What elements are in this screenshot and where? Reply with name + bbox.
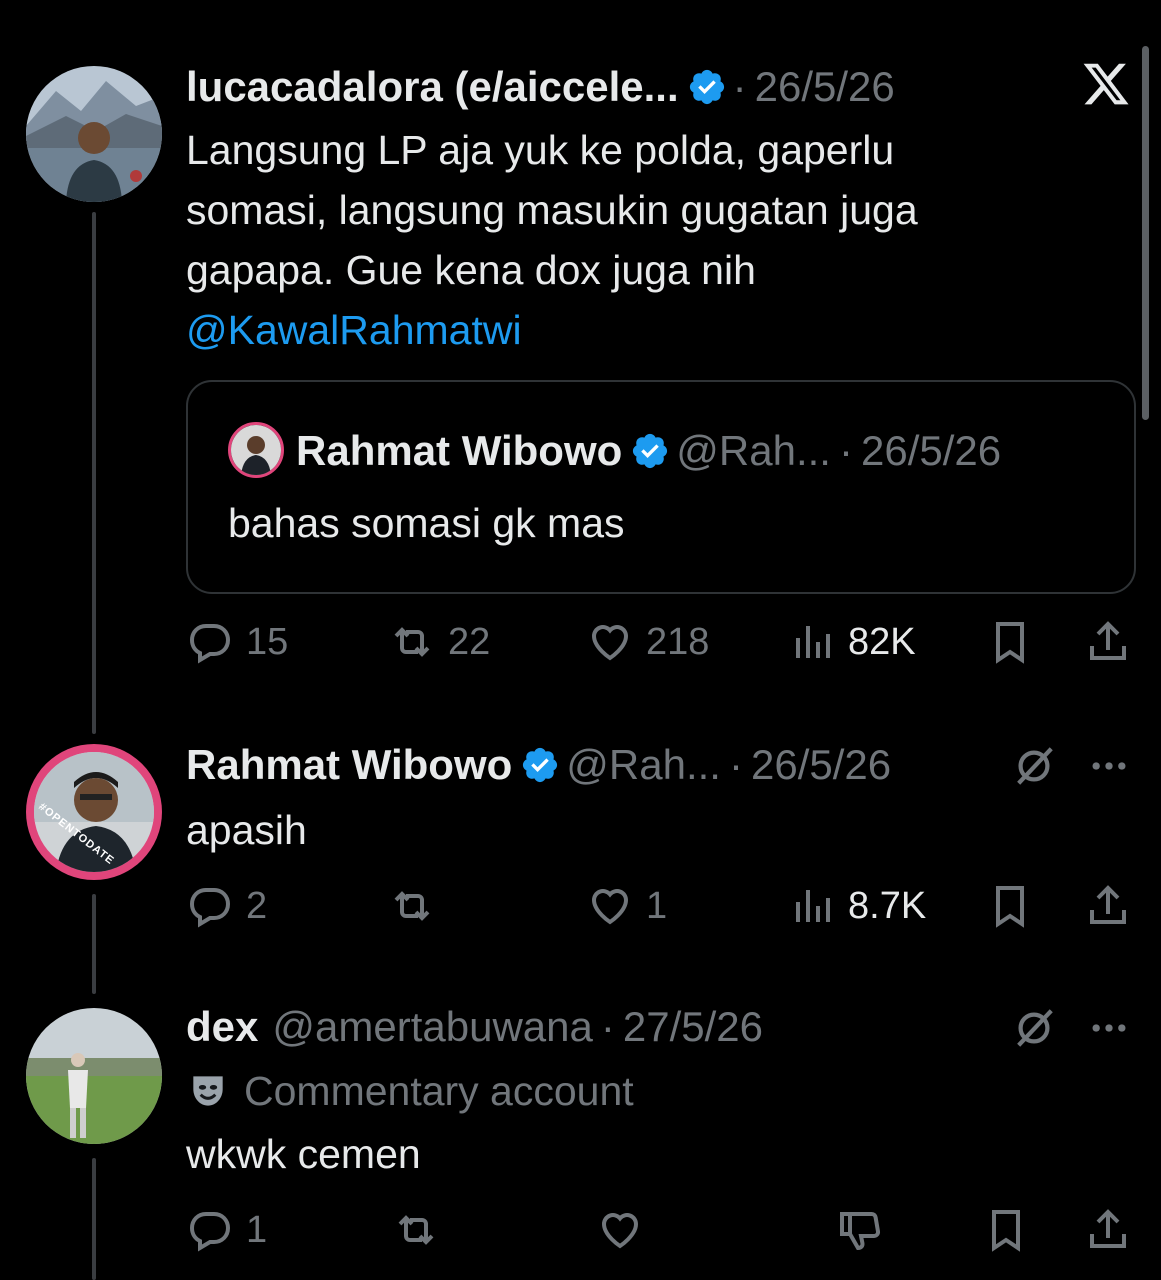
handle[interactable]: @Rah... xyxy=(566,741,721,789)
thread-line xyxy=(92,1158,96,1280)
like-count: 1 xyxy=(646,884,668,927)
x-logo-icon[interactable] xyxy=(1080,58,1132,110)
tweet-header: dex @amertabuwana · 27/5/26 xyxy=(186,1000,763,1054)
tweet-date[interactable]: 26/5/26 xyxy=(755,63,895,111)
account-label: Commentary account xyxy=(186,1064,634,1118)
reply-count: 1 xyxy=(246,1208,268,1251)
reply-count: 15 xyxy=(246,620,289,663)
thread-line xyxy=(92,894,96,994)
quoted-display-name[interactable]: Rahmat Wibowo xyxy=(296,427,622,475)
tweet-text-line: somasi, langsung masukin gugatan juga xyxy=(186,187,918,233)
views-count: 8.7K xyxy=(848,884,927,927)
verified-badge-icon xyxy=(687,67,727,107)
quoted-date: 26/5/26 xyxy=(860,427,1002,474)
avatar-lucacadalora[interactable] xyxy=(26,66,162,202)
quoted-text: bahas somasi gk mas xyxy=(228,500,625,546)
display-name[interactable]: Rahmat Wibowo xyxy=(186,741,512,789)
tweet-text: apasih xyxy=(186,807,307,853)
like-count: 218 xyxy=(646,620,710,663)
thread-line xyxy=(92,212,96,734)
mention-link[interactable]: @KawalRahmatwi xyxy=(186,300,918,360)
avatar-dex[interactable] xyxy=(26,1008,162,1144)
account-label-text: Commentary account xyxy=(244,1067,634,1114)
views-button[interactable]: 82K xyxy=(788,618,916,666)
views-button[interactable]: 8.7K xyxy=(788,882,926,930)
display-name[interactable]: lucacadalora (e/aiccele... xyxy=(186,63,679,111)
display-name[interactable]: dex xyxy=(186,1003,258,1051)
repost-button[interactable] xyxy=(388,882,448,930)
grok-icon[interactable] xyxy=(1008,740,1060,792)
more-options-icon[interactable] xyxy=(1084,1006,1134,1050)
bookmark-button[interactable] xyxy=(986,618,1034,666)
share-button[interactable] xyxy=(1084,618,1132,666)
share-button[interactable] xyxy=(1084,1206,1132,1254)
verified-badge-icon xyxy=(520,745,560,785)
reply-button[interactable]: 2 xyxy=(186,882,267,930)
theater-masks-icon xyxy=(186,1069,230,1113)
grok-icon[interactable] xyxy=(1008,1002,1060,1054)
quoted-tweet[interactable]: Rahmat Wibowo @Rah... · 26/5/26 bahas so… xyxy=(186,380,1136,594)
repost-count: 22 xyxy=(448,620,491,663)
tweet-date[interactable]: 26/5/26 xyxy=(751,741,891,789)
downvote-button[interactable] xyxy=(836,1206,884,1254)
tweet-text: wkwk cemen xyxy=(186,1131,421,1177)
like-button[interactable]: 218 xyxy=(586,618,709,666)
separator: · xyxy=(732,63,747,110)
tweet-text: Langsung LP aja yuk ke polda, gaperlu so… xyxy=(186,120,918,360)
reply-count: 2 xyxy=(246,884,268,927)
separator: · xyxy=(728,741,743,788)
bookmark-button[interactable] xyxy=(982,1206,1030,1254)
like-button[interactable]: 1 xyxy=(586,882,667,930)
like-button[interactable] xyxy=(596,1206,644,1254)
avatar-rahmat-wibowo[interactable]: #OPENTODATE xyxy=(26,744,162,880)
reply-button[interactable]: 1 xyxy=(186,1206,267,1254)
bookmark-button[interactable] xyxy=(986,882,1034,930)
tweet-text-line: Langsung LP aja yuk ke polda, gaperlu xyxy=(186,127,895,173)
tweet-header: Rahmat Wibowo @Rah... · 26/5/26 xyxy=(186,738,891,792)
quoted-avatar xyxy=(228,422,284,478)
handle[interactable]: @amertabuwana xyxy=(272,1003,592,1051)
views-count: 82K xyxy=(848,620,916,663)
quoted-handle: @Rah... xyxy=(676,427,831,474)
share-button[interactable] xyxy=(1084,882,1132,930)
scrollbar[interactable] xyxy=(1142,46,1149,420)
reply-button[interactable]: 15 xyxy=(186,618,288,666)
separator: · xyxy=(838,427,853,474)
tweet-date[interactable]: 27/5/26 xyxy=(623,1003,763,1051)
verified-badge-icon xyxy=(630,431,670,471)
repost-button[interactable] xyxy=(392,1206,440,1254)
separator: · xyxy=(600,1003,615,1050)
more-options-icon[interactable] xyxy=(1084,744,1134,788)
tweet-header: lucacadalora (e/aiccele... · 26/5/26 xyxy=(186,60,895,114)
tweet-text-line: gapapa. Gue kena dox juga nih xyxy=(186,247,756,293)
repost-button[interactable]: 22 xyxy=(388,618,490,666)
